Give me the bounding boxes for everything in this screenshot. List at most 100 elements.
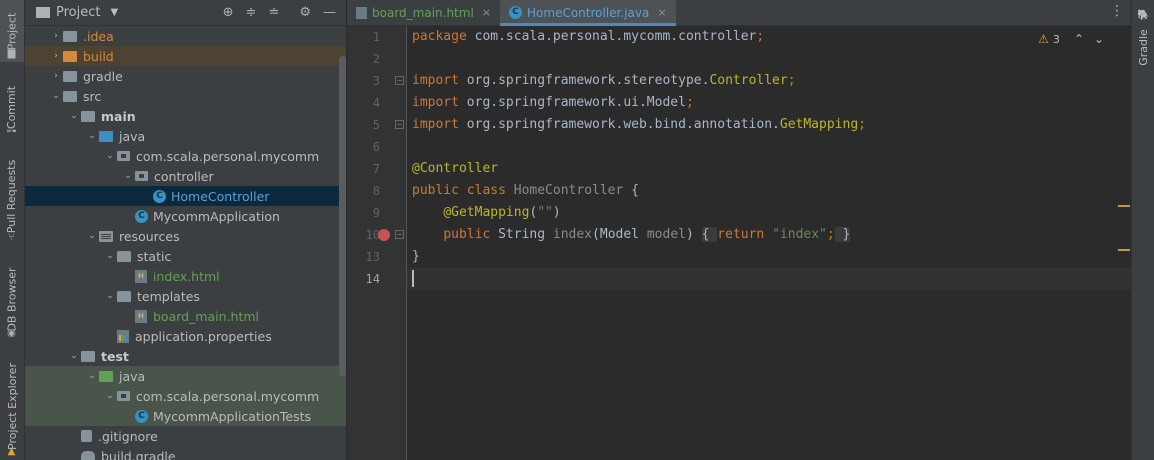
tree-item[interactable]: ⌄ templates (25, 286, 346, 306)
tree-expand-icon[interactable]: ⌄ (85, 371, 99, 381)
code-token: { (631, 183, 639, 198)
java-class-icon: C (135, 209, 148, 223)
breakpoint-icon[interactable] (378, 229, 390, 241)
code-line[interactable]: 2 (373, 48, 1132, 70)
fold-icon[interactable]: – (395, 120, 404, 129)
code-line[interactable]: 9 @GetMapping("") (373, 202, 1132, 224)
tree-item[interactable]: ⌄ main (25, 106, 346, 126)
tree-expand-icon[interactable]: › (49, 31, 63, 41)
tree-item[interactable]: C HomeController (25, 186, 346, 206)
tree-item[interactable]: ⌄ resources (25, 226, 346, 246)
code-line[interactable]: 7 @Controller (373, 158, 1132, 180)
expand-all-icon[interactable]: ≑ (246, 5, 257, 20)
fold-icon[interactable]: – (395, 76, 404, 85)
tree-expand-icon[interactable]: ⌄ (67, 111, 81, 121)
tree-expand-icon[interactable]: ⌄ (103, 391, 117, 401)
tree-item[interactable]: Hindex.html (25, 266, 346, 286)
tree-item[interactable]: ⌄ com.scala.personal.mycomm (25, 386, 346, 406)
tree-item-label: HomeController (171, 188, 270, 204)
tree-item[interactable]: › build (25, 46, 346, 66)
line-number: 5 (372, 118, 380, 132)
tree-expand-icon[interactable]: ⌄ (85, 231, 99, 241)
code-line[interactable]: 13} (366, 246, 1132, 268)
code-token: { (701, 227, 718, 242)
gradle-elephant-icon: 🐘 (1137, 10, 1150, 21)
project-panel: Project ▼ ⊕ ≑ ≐ ⚙ — › .idea › build › gradle ⌄… (25, 0, 346, 460)
folder-icon (99, 370, 113, 382)
code-token: String (498, 227, 553, 242)
code-line[interactable]: 6 (373, 136, 1132, 158)
tab-board-main-html[interactable]: board_main.html × (347, 0, 500, 25)
explorer-icon: ▲ (7, 446, 16, 457)
error-stripe-mark[interactable] (1118, 205, 1130, 207)
code-area[interactable]: 1 package com.scala.personal.mycomm.contr… (366, 26, 1132, 460)
chevron-down-icon[interactable]: ⌄ (1094, 32, 1104, 46)
code-token: ) (685, 227, 702, 242)
chevron-up-icon[interactable]: ⌃ (1074, 32, 1084, 46)
tree-item[interactable]: ⌄ com.scala.personal.mycomm (25, 146, 346, 166)
tree-item[interactable]: .gitignore (25, 426, 346, 446)
error-stripe-mark[interactable] (1118, 249, 1130, 251)
project-scrollbar[interactable] (339, 56, 346, 376)
editor-tabs: board_main.html × C HomeController.java … (347, 0, 1132, 26)
code-line[interactable]: 5 – import org.springframework.web.bind.an… (373, 114, 1132, 136)
tree-item[interactable]: application.properties (25, 326, 346, 346)
tree-expand-icon[interactable]: ⌄ (103, 291, 117, 301)
inspection-widget[interactable]: ⚠ 3 ⌃ ⌄ (1038, 32, 1104, 46)
close-icon[interactable]: × (657, 6, 666, 19)
tool-tab-pull-requests[interactable]: Pull Requests (0, 148, 24, 244)
tree-item[interactable]: ⌄ test (25, 346, 346, 366)
tree-expand-icon[interactable]: ⌄ (103, 151, 117, 161)
tool-tab-gradle[interactable]: Gradle (1132, 24, 1154, 70)
tree-item[interactable]: ⌄ controller (25, 166, 346, 186)
collapse-all-icon[interactable]: ≐ (268, 5, 279, 20)
code-line[interactable]: 4 import org.springframework.ui.Model; (373, 92, 1132, 114)
code-line[interactable]: 14 (366, 268, 1132, 290)
project-panel-title[interactable]: Project (56, 5, 100, 20)
folder-icon (117, 290, 131, 302)
hide-icon[interactable]: — (323, 5, 336, 20)
tree-item[interactable]: › gradle (25, 66, 346, 86)
tree-item[interactable]: C MycommApplicationTests (25, 406, 346, 426)
tree-expand-icon[interactable]: ⌄ (67, 351, 81, 361)
tree-expand-icon[interactable]: ⌄ (103, 251, 117, 261)
code-token: return (717, 227, 773, 242)
code-line[interactable]: 8 public class HomeController { (373, 180, 1132, 202)
line-number: 9 (372, 206, 380, 220)
line-number: 3 (372, 74, 380, 88)
tree-item-label: com.scala.personal.mycomm (136, 388, 320, 404)
tree-item[interactable]: C MycommApplication (25, 206, 346, 226)
folder-icon (63, 70, 77, 82)
locate-icon[interactable]: ⊕ (223, 5, 234, 20)
tree-expand-icon[interactable]: › (49, 71, 63, 81)
tree-item[interactable]: › .idea (25, 26, 346, 46)
tool-tab-pull-requests-label: Pull Requests (5, 159, 19, 233)
tree-expand-icon[interactable]: ⌄ (121, 171, 135, 181)
code-line[interactable]: 3 – import org.springframework.stereotype.… (373, 70, 1132, 92)
more-icon[interactable]: ⋮ (1110, 3, 1124, 19)
tree-item[interactable]: ⌄ src (25, 86, 346, 106)
close-icon[interactable]: × (482, 6, 491, 19)
fold-icon[interactable]: – (395, 230, 404, 239)
code-text: @Controller (412, 158, 498, 180)
tree-item[interactable]: build.gradle (25, 446, 346, 460)
tree-item[interactable]: ⌄ java (25, 126, 346, 146)
tree-item[interactable]: ⌄ static (25, 246, 346, 266)
code-line[interactable]: 1 package com.scala.personal.mycomm.contr… (373, 26, 1132, 48)
tree-expand-icon[interactable]: ⌄ (49, 91, 63, 101)
project-toolbar: ⊕ ≑ ≐ ⚙ — (223, 5, 336, 20)
tree-item[interactable]: ⌄ java (25, 366, 346, 386)
tree-item-label: templates (137, 288, 200, 304)
code-token: org.springframework.ui.Model (466, 95, 686, 110)
settings-icon[interactable]: ⚙ (299, 5, 311, 20)
tree-expand-icon[interactable]: ⌄ (85, 131, 99, 141)
tool-tab-project-explorer[interactable]: Project Explorer (0, 352, 24, 460)
tab-home-controller-java[interactable]: C HomeController.java × (500, 0, 676, 26)
line-number: 6 (372, 140, 380, 154)
code-line[interactable]: 10 – public String index(Model model) { r… (366, 224, 1132, 246)
tree-item-label: src (83, 88, 102, 104)
tree-item[interactable]: Hboard_main.html (25, 306, 346, 326)
chevron-down-icon[interactable]: ▼ (110, 7, 118, 18)
tree-expand-icon[interactable]: › (49, 51, 63, 61)
